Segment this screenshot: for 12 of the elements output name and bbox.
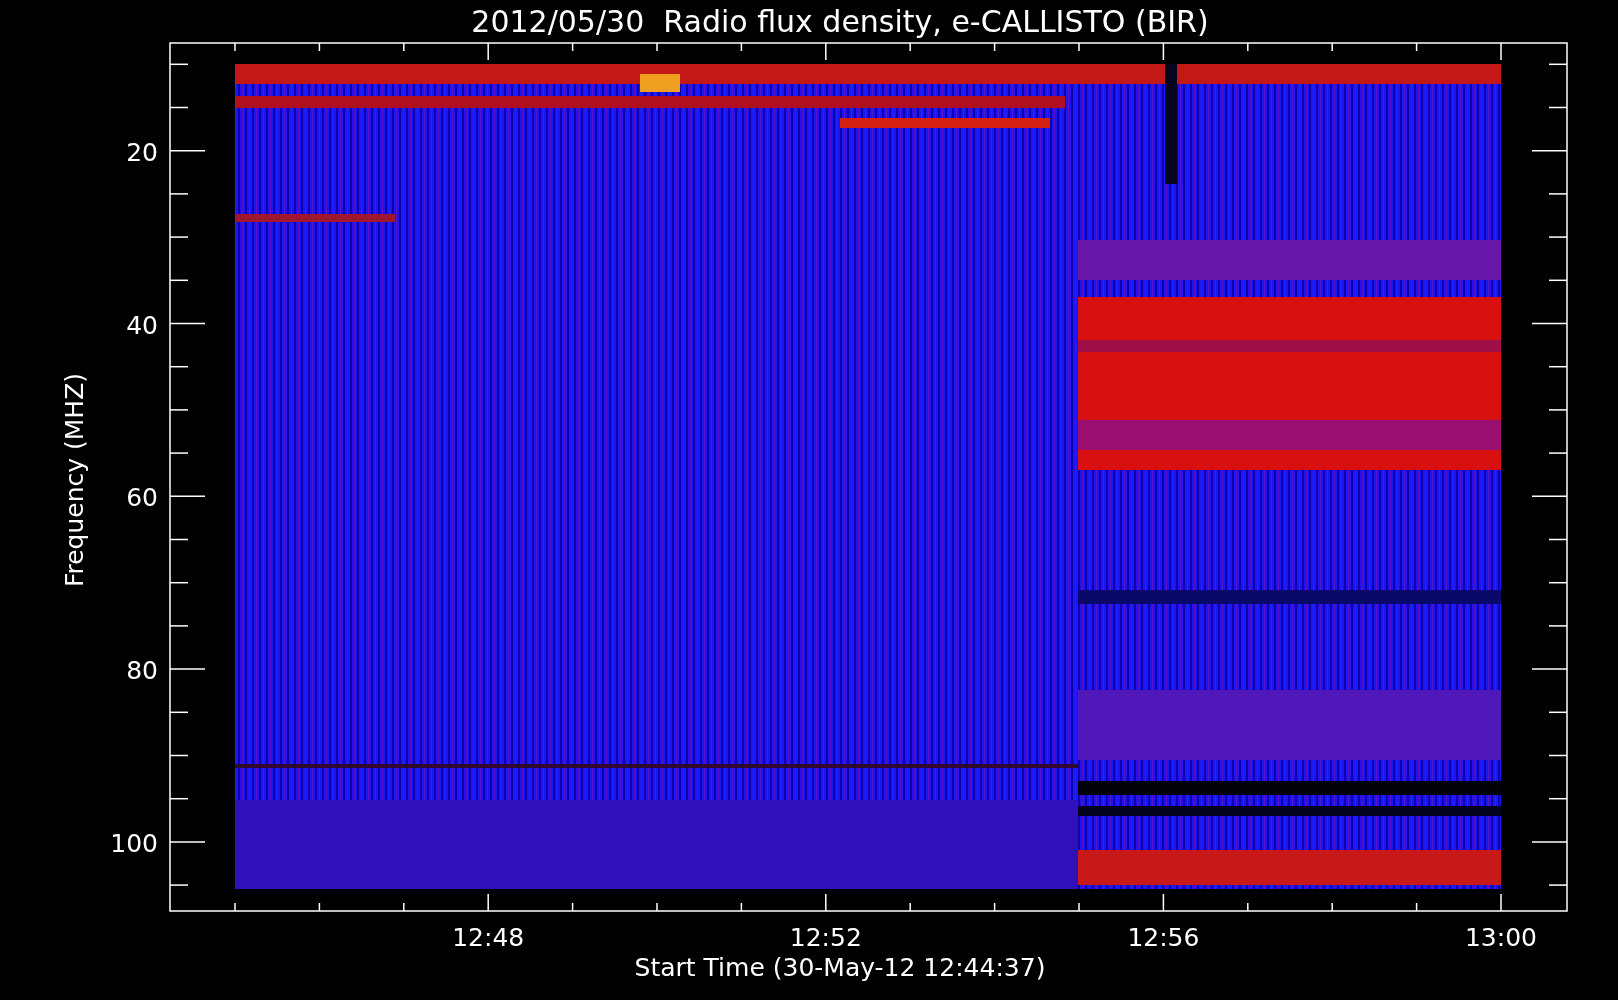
y-tick-label: 80 xyxy=(126,656,158,686)
y-tick-label: 100 xyxy=(110,828,158,858)
y-axis-label: Frequency (MHZ) xyxy=(60,372,89,588)
x-tick-label: 12:48 xyxy=(452,923,525,952)
x-axis-label: Start Time (30-May-12 12:44:37) xyxy=(634,953,1046,982)
y-tick-label: 60 xyxy=(126,483,158,513)
chart-title: 2012/05/30 Radio flux density, e-CALLISTO (BIR) xyxy=(471,4,1209,39)
y-tick-label: 40 xyxy=(126,310,158,340)
x-tick-label: 13:00 xyxy=(1465,923,1537,952)
y-tick-label: 20 xyxy=(126,137,158,167)
x-tick-label: 12:52 xyxy=(789,923,862,952)
x-tick-label: 12:56 xyxy=(1127,923,1200,952)
